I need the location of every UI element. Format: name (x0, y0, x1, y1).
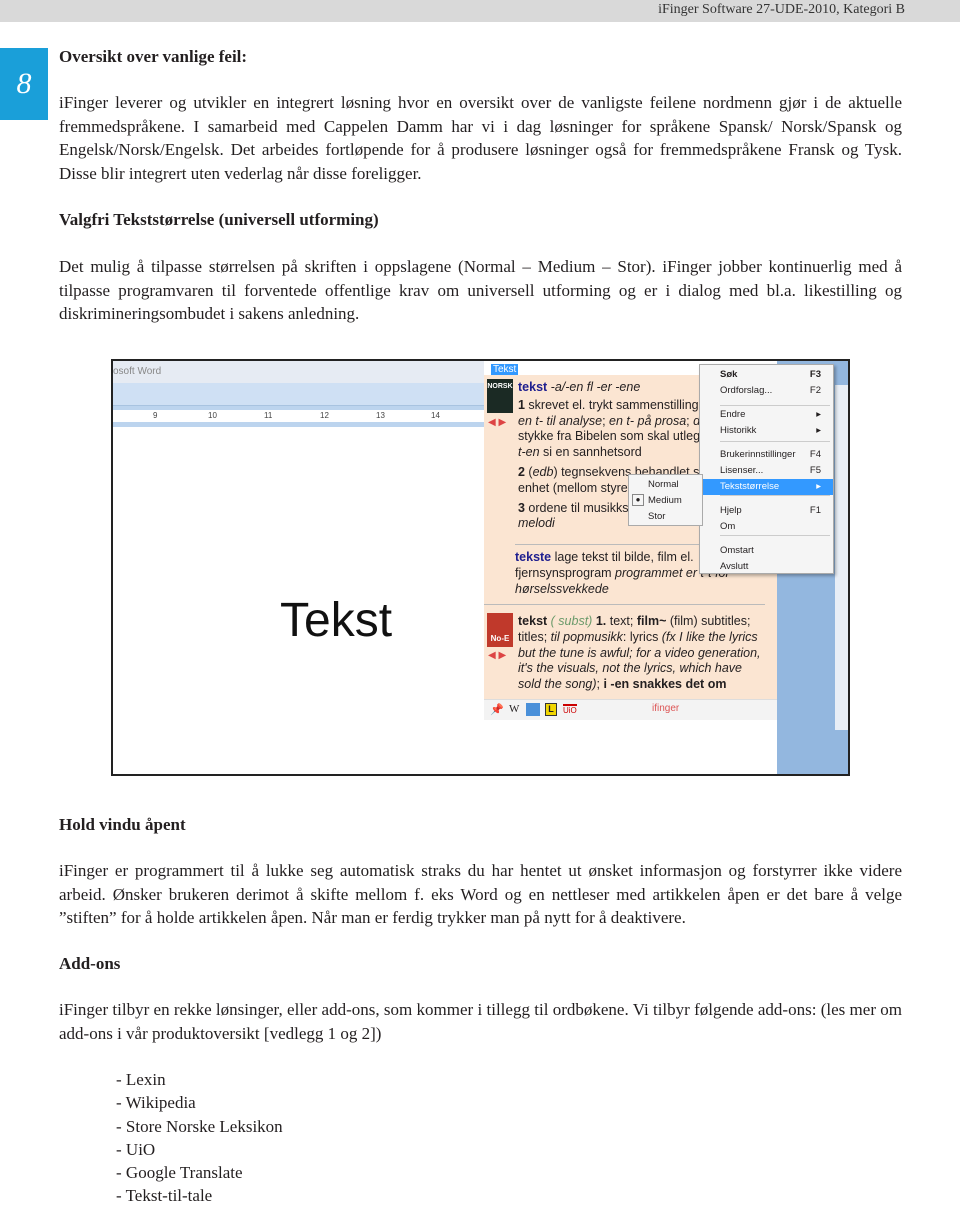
menu-item-avslutt[interactable]: Avslutt (700, 559, 833, 575)
text-size-submenu: Normal ● Medium Stor (628, 474, 703, 526)
prev-next-arrows[interactable]: ◀ ▶ (488, 415, 506, 431)
wikipedia-icon[interactable]: W (509, 703, 519, 715)
popup-title: Tekst (491, 364, 519, 375)
menu-item-ordforslag[interactable]: Ordforslag... F2 (700, 383, 833, 399)
menu-separator (720, 495, 830, 496)
context-menu: Søk F3 Ordforslag... F2 Endre ▸ Historikk ▸ Bruk… (699, 364, 834, 574)
menu-item-hjelp[interactable]: Hjelp F1 (700, 503, 833, 519)
ruler-label: 11 (264, 411, 273, 420)
menu-item-søk[interactable]: Søk F3 (700, 367, 833, 383)
list-item: - Google Translate (116, 1163, 243, 1183)
divider (484, 604, 765, 605)
inflection: -a/-en fl -er -ene (550, 380, 641, 394)
ruler-label: 14 (431, 411, 440, 420)
menu-item-brukerinnstillinger[interactable]: Brukerinnstillinger F4 (700, 447, 833, 463)
header-text: iFinger Software 27-UDE-2010, Kategori B (658, 2, 905, 17)
list-item: - Lexin (116, 1070, 166, 1089)
norsk-book-icon: NORSK (487, 379, 513, 413)
page-number-badge: 8 (0, 48, 48, 120)
menu-item-historikk[interactable]: Historikk ▸ (700, 423, 833, 439)
prev-next-arrows[interactable]: ◀ ▶ (488, 648, 506, 664)
lexin-icon[interactable]: L (545, 703, 557, 716)
menu-item-omstart[interactable]: Omstart (700, 543, 833, 559)
list-item: - Store Norske Leksikon (116, 1116, 283, 1136)
addons-list: - Lexin - Wikipedia - Store Norske Leksi… (116, 1068, 283, 1208)
ifinger-logo: ifinger (652, 703, 680, 714)
ruler-label: 9 (153, 411, 158, 420)
section-body: iFinger er programmert til å lukke seg a… (59, 861, 902, 927)
ruler: 9 10 11 12 13 14 (113, 405, 484, 427)
submenu-item-normal[interactable]: Normal (648, 479, 679, 490)
radio-selected-icon: ● (632, 494, 644, 506)
word-ribbon (113, 383, 484, 405)
ruler-label: 10 (208, 411, 217, 420)
section-heading: Add-ons (59, 954, 121, 973)
menu-item-tekststørrelse[interactable]: Tekststørrelse ▸ (700, 479, 833, 495)
menu-item-lisenser[interactable]: Lisenser... F5 (700, 463, 833, 479)
menu-item-om[interactable]: Om (700, 519, 833, 535)
pin-icon[interactable]: 📌 (490, 703, 504, 716)
ifinger-screenshot: osoft Word 9 10 11 12 13 14 Tekst Tekst … (111, 359, 850, 776)
word-title: osoft Word (113, 361, 484, 383)
section-body: iFinger tilbyr en rekke lønsinger, eller… (59, 1000, 902, 1043)
section-heading: Hold vindu åpent (59, 815, 186, 834)
uio-icon[interactable]: UiO (563, 704, 577, 715)
menu-item-endre[interactable]: Endre ▸ (700, 407, 833, 423)
page-header: iFinger Software 27-UDE-2010, Kategori B (0, 0, 960, 22)
ruler-label: 13 (376, 411, 385, 420)
translate-icon[interactable] (526, 703, 540, 716)
no-e-entry: tekst ( subst) 1. text; film~ (film) sub… (518, 614, 761, 692)
document-text: Tekst (280, 594, 393, 647)
list-item: - Tekst-til-tale (116, 1186, 213, 1206)
submenu-item-medium[interactable]: Medium (648, 495, 682, 506)
menu-separator (720, 441, 830, 442)
section-heading: Oversikt over vanlige feil: (59, 47, 248, 66)
headword: tekst (518, 380, 548, 394)
no-e-book-icon: No-E (487, 613, 513, 647)
ruler-label: 12 (320, 411, 329, 420)
section-body: Det mulig å tilpasse størrelsen på skrif… (59, 257, 902, 323)
menu-separator (720, 535, 830, 536)
menu-separator (720, 405, 830, 406)
headword: tekste (515, 550, 552, 564)
section-body: iFinger leverer og utvikler en integrert… (59, 93, 902, 183)
popup-toolbar: 📌 W L UiO ifinger (484, 699, 777, 720)
scrollbar[interactable] (835, 385, 848, 730)
section-heading: Valgfri Tekststørrelse (universell utfor… (59, 210, 379, 229)
list-item: - UiO (116, 1139, 156, 1159)
list-item: - Wikipedia (116, 1093, 196, 1113)
submenu-item-stor[interactable]: Stor (648, 511, 665, 522)
